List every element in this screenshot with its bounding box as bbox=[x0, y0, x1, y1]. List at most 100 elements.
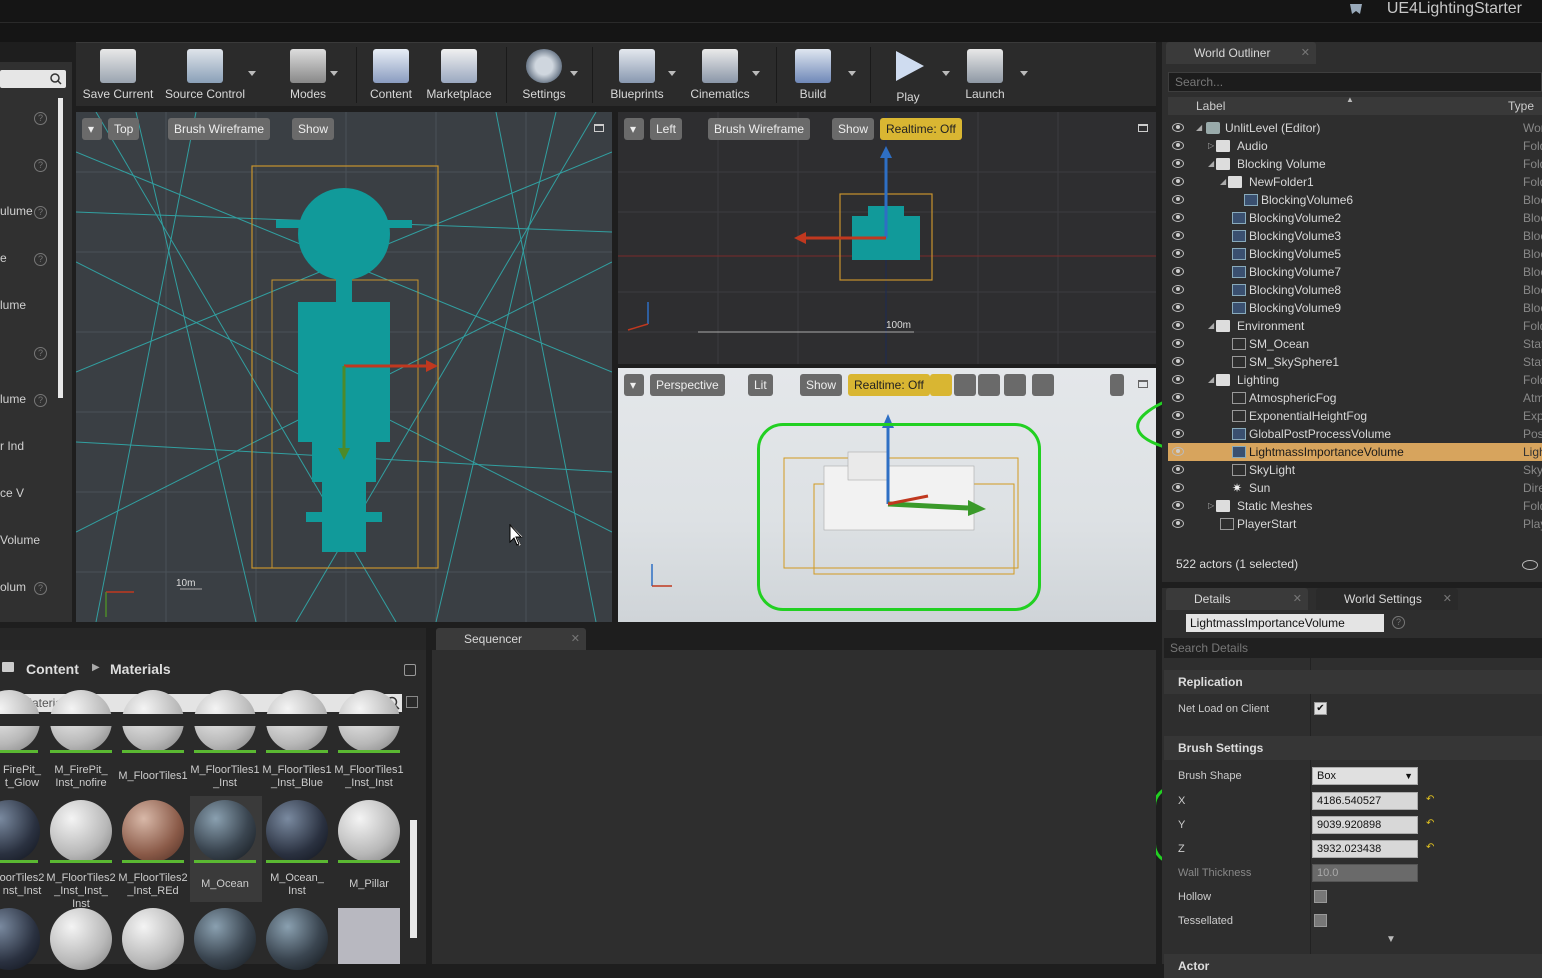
maximize-icon[interactable] bbox=[594, 124, 604, 132]
collapse-icon[interactable]: ◢ bbox=[1208, 371, 1214, 389]
content-button[interactable]: Content bbox=[364, 47, 418, 105]
outliner-row[interactable]: ▷Static MeshesFolder bbox=[1168, 497, 1542, 515]
help-icon[interactable]: ? bbox=[34, 394, 47, 407]
close-icon[interactable]: ✕ bbox=[1293, 588, 1302, 610]
reset-icon[interactable]: ↶ bbox=[1426, 842, 1434, 853]
material-thumbnail[interactable] bbox=[338, 908, 400, 964]
visibility-icon[interactable] bbox=[1172, 519, 1184, 528]
modes-button[interactable]: Modes bbox=[282, 47, 334, 105]
tab-details[interactable]: Details ✕ bbox=[1166, 588, 1308, 610]
visibility-icon[interactable] bbox=[1172, 159, 1184, 168]
mode-item[interactable]: ce V bbox=[0, 486, 56, 502]
viewport-menu-button[interactable]: ▾ bbox=[624, 118, 644, 140]
visibility-icon[interactable] bbox=[1172, 213, 1184, 222]
outliner-row[interactable]: GlobalPostProcessVolumePostPr bbox=[1168, 425, 1542, 443]
column-label[interactable]: Label bbox=[1196, 97, 1225, 115]
save-search-icon[interactable] bbox=[406, 696, 418, 708]
show-button[interactable]: Show bbox=[292, 118, 335, 140]
viewport-menu-button[interactable]: ▾ bbox=[82, 118, 102, 140]
outliner-row[interactable]: BlockingVolume6Blockin bbox=[1168, 191, 1542, 209]
visibility-icon[interactable] bbox=[1172, 411, 1184, 420]
mode-item[interactable]: lume bbox=[0, 392, 56, 408]
close-icon[interactable]: ✕ bbox=[1301, 42, 1310, 64]
visibility-icon[interactable] bbox=[1172, 429, 1184, 438]
play-button[interactable]: Play bbox=[878, 47, 938, 105]
lock-icon[interactable] bbox=[404, 664, 416, 676]
material-thumbnail[interactable] bbox=[194, 908, 256, 970]
view-mode-button[interactable]: Lit bbox=[748, 374, 773, 396]
outliner-row[interactable]: ✷SunDirectio bbox=[1168, 479, 1542, 497]
net-load-checkbox[interactable]: ✔ bbox=[1314, 702, 1327, 715]
launch-dropdown[interactable] bbox=[1020, 71, 1028, 76]
material-thumbnail[interactable] bbox=[50, 800, 112, 862]
visibility-icon[interactable] bbox=[1172, 483, 1184, 492]
outliner-row[interactable]: ◢Blocking VolumeFolder bbox=[1168, 155, 1542, 173]
build-dropdown[interactable] bbox=[848, 71, 856, 76]
reset-icon[interactable]: ↶ bbox=[1426, 818, 1434, 829]
translate-icon[interactable] bbox=[930, 374, 952, 396]
marketplace-button[interactable]: Marketplace bbox=[422, 47, 496, 105]
material-thumbnail[interactable] bbox=[0, 800, 40, 862]
outliner-row[interactable]: ◢EnvironmentFolder bbox=[1168, 317, 1542, 335]
play-dropdown[interactable] bbox=[942, 71, 950, 76]
material-thumbnail[interactable] bbox=[122, 800, 184, 862]
save-current-button[interactable]: Save Current bbox=[80, 47, 156, 105]
material-thumbnail[interactable] bbox=[194, 800, 256, 862]
outliner-row[interactable]: ◢NewFolder1Folder bbox=[1168, 173, 1542, 191]
column-type[interactable]: Type bbox=[1508, 97, 1534, 115]
visibility-icon[interactable] bbox=[1172, 195, 1184, 204]
outliner-row-selected[interactable]: LightmassImportanceVolumeLightm bbox=[1168, 443, 1542, 461]
view-type-button[interactable]: Left bbox=[650, 118, 683, 140]
outliner-row[interactable]: BlockingVolume5Blockin bbox=[1168, 245, 1542, 263]
details-search-input[interactable]: Search Details bbox=[1164, 638, 1542, 658]
outliner-row[interactable]: ◢UnlitLevel (Editor)World bbox=[1168, 119, 1542, 137]
visibility-icon[interactable] bbox=[1172, 393, 1184, 402]
realtime-toggle[interactable]: Realtime: Off bbox=[848, 374, 930, 396]
view-mode-button[interactable]: Brush Wireframe bbox=[168, 118, 271, 140]
close-icon[interactable]: ✕ bbox=[571, 628, 580, 650]
help-icon[interactable]: ? bbox=[34, 253, 47, 266]
visibility-icon[interactable] bbox=[1172, 447, 1184, 456]
expand-icon[interactable]: ▷ bbox=[1208, 137, 1214, 155]
outliner-row[interactable]: BlockingVolume2Blockin bbox=[1168, 209, 1542, 227]
mode-item[interactable]: r Ind bbox=[0, 439, 56, 455]
scale-icon[interactable] bbox=[978, 374, 1000, 396]
visibility-icon[interactable] bbox=[1172, 141, 1184, 150]
visibility-icon[interactable] bbox=[1172, 375, 1184, 384]
visibility-icon[interactable] bbox=[1172, 123, 1184, 132]
help-icon[interactable]: ? bbox=[34, 206, 47, 219]
show-button[interactable]: Show bbox=[800, 374, 843, 396]
visibility-icon[interactable] bbox=[1172, 321, 1184, 330]
z-field[interactable]: 3932.023438 bbox=[1312, 840, 1418, 858]
visibility-icon[interactable] bbox=[1172, 267, 1184, 276]
material-thumbnail[interactable] bbox=[0, 908, 40, 970]
mode-item[interactable]: e bbox=[0, 251, 56, 267]
reset-icon[interactable]: ↶ bbox=[1426, 794, 1434, 805]
view-type-button[interactable]: Perspective bbox=[650, 374, 725, 396]
cinematics-button[interactable]: Cinematics bbox=[684, 47, 756, 105]
rotate-icon[interactable] bbox=[954, 374, 976, 396]
collapse-icon[interactable]: ◢ bbox=[1196, 119, 1202, 137]
outliner-row[interactable]: SM_OceanStaticM bbox=[1168, 335, 1542, 353]
view-options-icon[interactable] bbox=[1522, 560, 1538, 570]
viewport-top[interactable]: ▾ Top Brush Wireframe Show 10m bbox=[76, 112, 612, 622]
brush-shape-select[interactable]: Box ▼ bbox=[1312, 767, 1418, 785]
breadcrumb-content[interactable]: Content bbox=[26, 661, 79, 677]
outliner-row[interactable]: PlayerStartPlayerS bbox=[1168, 515, 1542, 533]
expand-advanced-icon[interactable]: ▼ bbox=[1386, 934, 1396, 945]
visibility-icon[interactable] bbox=[1172, 177, 1184, 186]
visibility-icon[interactable] bbox=[1172, 231, 1184, 240]
material-thumbnail[interactable] bbox=[266, 800, 328, 862]
mode-item[interactable]: Volume bbox=[0, 533, 56, 549]
help-icon[interactable]: ? bbox=[34, 112, 47, 125]
maximize-icon[interactable] bbox=[1138, 124, 1148, 132]
show-button[interactable]: Show bbox=[832, 118, 875, 140]
material-thumbnail[interactable] bbox=[338, 800, 400, 862]
modes-search-input[interactable] bbox=[0, 70, 66, 88]
collapse-icon[interactable]: ◢ bbox=[1208, 155, 1214, 173]
tab-sequencer[interactable]: Sequencer ✕ bbox=[436, 628, 586, 650]
settings-dropdown[interactable] bbox=[570, 71, 578, 76]
tab-world-outliner[interactable]: World Outliner ✕ bbox=[1166, 42, 1316, 64]
world-space-icon[interactable] bbox=[1004, 374, 1026, 396]
outliner-row[interactable]: ExponentialHeightFogExpone bbox=[1168, 407, 1542, 425]
